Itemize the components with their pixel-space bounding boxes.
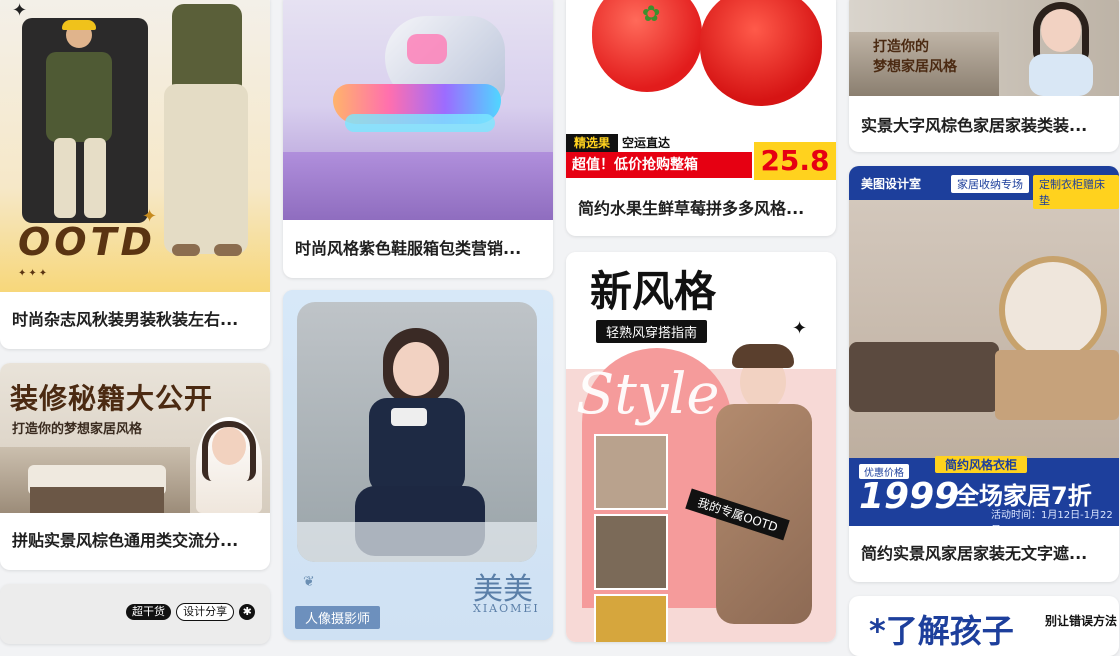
card-thumbnail: ✿ 精选果 空运直达 超值！低价抢购整箱 25.8 — [566, 0, 836, 182]
template-card-portrait[interactable]: ❦ 美美 XIAOMEI 人像摄影师 — [283, 290, 553, 640]
portrait-photo — [297, 302, 537, 562]
template-card-ootd[interactable]: ✦ ✦ OOTD ✦✦✦ 时尚杂志风秋装男装秋装左右... — [0, 0, 270, 349]
card-thumbnail: 装修秘籍大公开 打造你的梦想家居风格 — [0, 363, 270, 513]
thumb-photo-2 — [594, 514, 668, 590]
template-card-kids[interactable]: *了解孩子 别让错误方法 — [849, 596, 1119, 656]
card-title: 时尚风格紫色鞋服箱包类营销... — [295, 239, 522, 258]
woman-portrait — [196, 417, 262, 513]
price: 1999 — [859, 476, 960, 517]
sparkle-icon: ✦ — [792, 318, 808, 339]
subhead: 轻熟风穿搭指南 — [596, 320, 708, 343]
tab-1: 家居收纳专场 — [951, 175, 1029, 193]
sneaker-image — [329, 16, 505, 136]
card-thumbnail: ❦ 美美 XIAOMEI 人像摄影师 — [283, 290, 553, 640]
tag-mid: 简约风格衣柜 — [935, 456, 1028, 473]
model-coat — [706, 344, 826, 642]
tag-outline: 设计分享 — [176, 603, 235, 621]
template-card-home-2[interactable]: 美图设计室 家居收纳专场 定制衣柜赠床垫 优惠价格 简约风格衣柜 1999 全场… — [849, 166, 1119, 582]
woman-portrait — [1015, 0, 1105, 96]
template-card-partial[interactable]: 超干货 设计分享 ✱ — [0, 584, 270, 644]
mirror — [999, 256, 1107, 364]
card-title: 实景大字风棕色家居家装类装... — [861, 116, 1088, 135]
desk — [995, 350, 1119, 420]
leaf-icon: ❦ — [303, 574, 315, 590]
template-card-renovation[interactable]: 装修秘籍大公开 打造你的梦想家居风格 拼贴实景风棕色通用类交流分... — [0, 363, 270, 570]
model-right — [146, 0, 264, 262]
sparkle-icon: ✦ — [12, 0, 28, 21]
bed — [849, 342, 999, 412]
subline: 打造你的梦想家居风格 — [12, 422, 143, 437]
card-thumbnail: 新风格 轻熟风穿搭指南 Style 我的专属OOTD ✦ — [566, 252, 836, 642]
template-card-home-1[interactable]: 打造你的 梦想家居风格 实景大字风棕色家居家装类装... — [849, 0, 1119, 152]
headline: 新风格 — [590, 267, 717, 316]
line-2: 梦想家居风格 — [873, 59, 957, 75]
lavender-field — [283, 152, 553, 220]
template-card-sneaker[interactable]: 时尚风格紫色鞋服箱包类营销... — [283, 0, 553, 278]
price-banner: 超值！低价抢购整箱 — [566, 152, 752, 178]
strawberry-2 — [700, 0, 822, 106]
brand: 美图设计室 — [861, 177, 922, 191]
thumb-photo-1 — [594, 434, 668, 510]
tab-2: 定制衣柜赠床垫 — [1033, 175, 1119, 209]
thumb-photo-3 — [594, 594, 668, 642]
dots-decoration: ✦✦✦ — [18, 268, 50, 279]
template-card-style[interactable]: 新风格 轻熟风穿搭指南 Style 我的专属OOTD ✦ — [566, 252, 836, 642]
strip-label-dark: 精选果 — [566, 134, 618, 152]
ootd-text: OOTD — [18, 220, 157, 264]
card-title: 简约水果生鲜草莓拼多多风格... — [578, 199, 805, 218]
brand-en: XIAOMEI — [473, 602, 540, 615]
date: 活动时间：1月12日-1月22日 — [991, 510, 1113, 526]
line-1: 打造你的 — [873, 39, 929, 55]
card-title: 简约实景风家居家装无文字遮... — [861, 544, 1088, 563]
strip-label: 空运直达 — [622, 136, 671, 150]
template-card-strawberry[interactable]: ✿ 精选果 空运直达 超值！低价抢购整箱 25.8 简约水果生鲜草莓拼多多风格.… — [566, 0, 836, 236]
headline: 装修秘籍大公开 — [10, 382, 214, 415]
card-thumbnail — [283, 0, 553, 220]
card-title: 拼贴实景风棕色通用类交流分... — [12, 531, 239, 550]
card-thumbnail: ✦ ✦ OOTD ✦✦✦ — [0, 0, 270, 292]
photographer-label: 人像摄影师 — [295, 606, 381, 629]
side-text: 别让错误方法 — [1045, 614, 1118, 628]
leaf-icon: ✿ — [642, 2, 661, 27]
big-text: *了解孩子 — [869, 612, 1014, 650]
card-thumbnail: 打造你的 梦想家居风格 — [849, 0, 1119, 96]
template-grid: ✦ ✦ OOTD ✦✦✦ 时尚杂志风秋装男装秋装左右... 装修秘籍大公开 打造… — [0, 0, 1120, 656]
price-tag: 25.8 — [754, 142, 836, 180]
tag-row: 超干货 设计分享 ✱ — [126, 600, 256, 621]
script-word: Style — [576, 362, 720, 427]
bedroom-photo — [0, 447, 190, 513]
model-left — [32, 20, 128, 218]
card-title: 时尚杂志风秋装男装秋装左右... — [12, 310, 239, 329]
tag-dark: 超干货 — [126, 604, 171, 620]
card-thumbnail: 美图设计室 家居收纳专场 定制衣柜赠床垫 优惠价格 简约风格衣柜 1999 全场… — [849, 166, 1119, 526]
asterisk-icon: ✱ — [239, 604, 256, 620]
